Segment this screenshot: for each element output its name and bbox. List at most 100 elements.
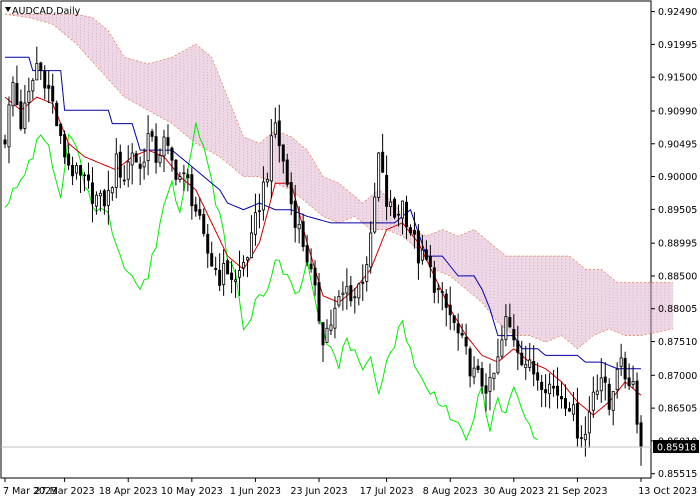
candle-body-bull xyxy=(245,257,249,261)
candle-body-bear xyxy=(301,221,305,247)
candle-body-bear xyxy=(138,163,142,169)
candle-body-bull xyxy=(7,104,11,148)
candle-body-bull xyxy=(11,81,15,107)
candle-body-bull xyxy=(110,187,114,194)
candle-body-bear xyxy=(285,159,289,185)
candle-body-bull xyxy=(619,357,623,367)
candle-body-bear xyxy=(313,267,317,286)
y-tick-label: 0.88005 xyxy=(658,304,697,315)
candle-body-bear xyxy=(293,200,297,228)
candle-body-bull xyxy=(528,359,532,368)
candle-body-bear xyxy=(567,408,571,412)
candle-body-bear xyxy=(47,84,51,89)
candle-body-bear xyxy=(381,151,385,173)
candle-body-bear xyxy=(59,123,63,136)
candle-body-bull xyxy=(595,390,599,395)
candle xyxy=(226,258,230,275)
candle-body-bear xyxy=(79,165,83,176)
candle-body-bear xyxy=(257,210,261,212)
candle-body-bull xyxy=(329,324,333,331)
candle-body-bull xyxy=(496,356,500,374)
candle-body-bull xyxy=(253,212,257,235)
candle-body-bull xyxy=(615,368,619,391)
candle-body-bull xyxy=(472,367,476,378)
candle-body-bull xyxy=(269,135,273,182)
candle-body-bull xyxy=(142,161,146,168)
candle-body-bear xyxy=(102,190,106,207)
candle-body-bear xyxy=(424,249,428,260)
candle-body-bull xyxy=(631,381,635,385)
candle-body-bear xyxy=(190,174,194,207)
candle-body-bear xyxy=(170,147,174,161)
candle-body-bear xyxy=(484,385,488,394)
y-tick-label: 0.86505 xyxy=(658,404,697,415)
candle-body-bull xyxy=(98,192,102,197)
last-price-label: 0.85918 xyxy=(657,442,696,453)
candle-body-bull xyxy=(365,264,369,282)
candle-body-bear xyxy=(43,70,47,89)
candle-body-bear xyxy=(361,281,365,284)
y-tick-label: 0.91500 xyxy=(658,73,697,84)
candle-body-bear xyxy=(210,253,214,267)
y-tick-label: 0.90990 xyxy=(658,106,697,117)
candle-body-bull xyxy=(261,181,265,211)
candle-body-bull xyxy=(369,232,373,268)
x-tick-label: 1 Jun 2023 xyxy=(230,486,281,497)
candle-body-bear xyxy=(552,385,556,389)
candle-body-bear xyxy=(532,361,536,375)
candle-body-bull xyxy=(373,196,377,233)
candle-body-bear xyxy=(218,269,222,286)
candle-body-bull xyxy=(548,383,552,395)
candle-body-bear xyxy=(393,198,397,218)
x-tick-label: 8 Aug 2023 xyxy=(423,486,478,497)
candle-body-bear xyxy=(623,358,627,380)
candle-body-bear xyxy=(444,293,448,308)
candle-body-bear xyxy=(575,403,579,439)
x-tick-label: 13 Oct 2023 xyxy=(638,486,697,497)
candle-body-bear xyxy=(134,153,138,163)
candle-body-bear xyxy=(86,174,90,181)
candle-body-bear xyxy=(226,260,230,275)
candle-body-bull xyxy=(31,80,35,92)
candle-body-bear xyxy=(349,285,353,302)
candle-body-bear xyxy=(214,268,218,270)
candle-body-bull xyxy=(357,283,361,299)
candle xyxy=(377,152,381,202)
candle-body-bull xyxy=(333,307,337,329)
candle-body-bull xyxy=(591,391,595,411)
candle-body-bear xyxy=(544,389,548,394)
candle-body-bear xyxy=(277,120,281,147)
y-tick-label: 0.88995 xyxy=(658,239,697,250)
candle-body-bull xyxy=(504,316,508,340)
candle-body-bull xyxy=(122,179,126,182)
x-tick-label: 10 May 2023 xyxy=(161,486,223,497)
candle-body-bull xyxy=(106,190,110,206)
candle-body-bear xyxy=(603,376,607,383)
candle-body-bear xyxy=(560,396,564,400)
candle-body-bull xyxy=(389,201,393,207)
candle-body-bull xyxy=(297,223,301,230)
chart-title-group: AUDCAD,Daily xyxy=(5,6,81,17)
candle-body-bear xyxy=(480,368,484,387)
y-tick-label: 0.85515 xyxy=(658,469,697,480)
candle-body-bear xyxy=(186,174,190,179)
candle-body-bear xyxy=(289,182,293,205)
candle-body-bear xyxy=(508,316,512,328)
candle-body-bull xyxy=(345,286,349,294)
candle-body-bull xyxy=(583,433,587,441)
candle-body-bull xyxy=(242,261,246,269)
candle-body-bear xyxy=(564,398,567,409)
candle-body-bull xyxy=(611,391,615,411)
y-tick-label: 0.90000 xyxy=(658,172,697,183)
candle-body-bull xyxy=(83,174,87,177)
candle-body-bull xyxy=(35,63,39,81)
chart-container: 0.92490 0.91995 0.91500 0.90990 0.90495 0.900… xyxy=(0,0,700,500)
candle-body-bear xyxy=(416,230,420,264)
y-tick-label: 0.90495 xyxy=(658,139,697,150)
candle-body-bull xyxy=(75,165,79,174)
candle-body-bear xyxy=(635,380,639,425)
candle-body-bear xyxy=(460,332,464,336)
candle-body-bear xyxy=(194,204,198,212)
candle-body-bear xyxy=(63,134,67,158)
candle-body-bull xyxy=(500,339,504,357)
